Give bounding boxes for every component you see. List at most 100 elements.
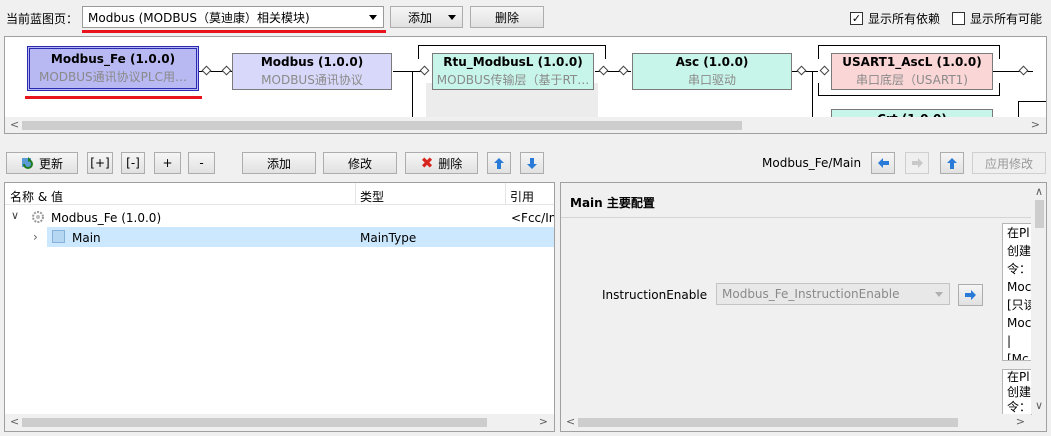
arrow-down-icon xyxy=(527,157,537,169)
page-select-underline xyxy=(82,30,386,33)
diagram-node-modbus-fe[interactable]: Modbus_Fe (1.0.0) MODBUS通讯协议PLC用… xyxy=(27,46,199,91)
gear-icon xyxy=(32,211,44,223)
page-select[interactable]: Modbus (MODBUS（莫迪康）相关模块) xyxy=(82,6,384,28)
arrow-right-icon xyxy=(911,158,923,168)
connector-line xyxy=(818,45,1000,46)
node-title: USART1_AscL (1.0.0) xyxy=(842,55,982,69)
tree-scrollbar[interactable]: < > xyxy=(5,414,554,431)
diagram-canvas[interactable]: Modbus_Fe (1.0.0) MODBUS通讯协议PLC用… Modbus… xyxy=(4,36,1047,134)
apply-label: 应用修改 xyxy=(984,156,1033,171)
desc-line: [只读 xyxy=(1007,298,1031,312)
select-value: Modbus_Fe_InstructionEnable xyxy=(722,287,900,301)
chevron-down-icon[interactable]: ∨ xyxy=(1035,399,1043,412)
current-path: Modbus_Fe/Main xyxy=(762,156,862,170)
show-possible-label: 显示所有可能 xyxy=(970,12,1043,26)
add-button[interactable]: 添加 xyxy=(242,152,316,174)
tree-row-name: Modbus_Fe (1.0.0) xyxy=(51,211,162,225)
chevron-right-icon[interactable]: > xyxy=(1031,118,1040,131)
config-panel: Main 主要配置 InstructionEnable Modbus_Fe_In… xyxy=(560,182,1047,432)
connector-line xyxy=(999,83,1000,95)
chevron-left-icon[interactable]: < xyxy=(10,118,19,131)
header-name[interactable]: 名称 & 值 xyxy=(10,188,63,205)
field-label: InstructionEnable xyxy=(602,288,708,302)
page-label: 当前蓝图页： xyxy=(6,12,79,26)
expand-all-button[interactable]: [+] xyxy=(87,152,113,174)
checkmark-icon: ✓ xyxy=(850,12,863,25)
config-title: Main 主要配置 xyxy=(570,196,655,210)
scrollbar-thumb[interactable] xyxy=(1035,200,1044,228)
delete-page-button[interactable]: 删除 xyxy=(470,6,544,28)
desc-line: 令： xyxy=(1007,262,1032,276)
delete-button[interactable]: ✖ 删除 xyxy=(405,152,478,174)
tree-header: 名称 & 值 类型 引用 xyxy=(5,183,554,205)
connector-line xyxy=(999,45,1000,59)
chevron-right-icon[interactable]: › xyxy=(33,230,38,244)
refresh-icon xyxy=(21,157,33,169)
desc-line: Moc xyxy=(1007,316,1032,330)
chevron-up-icon[interactable]: ∧ xyxy=(1035,185,1043,198)
chevron-right-icon[interactable]: > xyxy=(539,415,548,428)
config-vscrollbar[interactable]: ∧ ∨ xyxy=(1031,183,1046,414)
connector-diamond xyxy=(796,65,807,76)
connector-diamond xyxy=(618,65,629,76)
minus-button[interactable]: - xyxy=(188,152,215,174)
refresh-button[interactable]: 更新 xyxy=(6,152,78,174)
instruction-enable-select[interactable]: Modbus_Fe_InstructionEnable xyxy=(716,283,950,305)
collapse-label: [-] xyxy=(126,156,140,170)
desc-line: 创建 xyxy=(1007,385,1032,399)
scrollbar-thumb[interactable] xyxy=(22,121,742,130)
scrollbar-thumb[interactable] xyxy=(578,418,958,427)
add-page-button[interactable]: 添加 xyxy=(390,6,463,28)
back-button[interactable] xyxy=(871,152,895,174)
plus-button[interactable]: + xyxy=(154,152,181,174)
node-title: Asc (1.0.0) xyxy=(675,55,749,69)
show-possible-checkbox[interactable]: 显示所有可能 xyxy=(952,10,1042,27)
connector-diamond xyxy=(598,65,609,76)
diagram-scrollbar[interactable]: < > xyxy=(5,117,1046,133)
desc-line: Moc xyxy=(1007,280,1032,294)
diagram-node-rtu-modbusl[interactable]: Rtu_ModbusL (1.0.0) MODBUS传输层（基于RT… xyxy=(432,53,594,90)
connector-diamond xyxy=(1018,65,1029,76)
tree-row[interactable] xyxy=(47,227,554,247)
config-tree[interactable]: 名称 & 值 类型 引用 ∨ Modbus_Fe (1.0.0) <Fcc/In… xyxy=(4,182,555,432)
show-deps-checkbox[interactable]: ✓ 显示所有依赖 xyxy=(850,10,940,27)
move-down-button[interactable] xyxy=(520,152,544,174)
node-subtitle: MODBUS通讯协议 xyxy=(261,73,363,87)
node-subtitle: MODBUS通讯协议PLC用… xyxy=(39,70,187,84)
up-level-button[interactable] xyxy=(940,152,964,174)
node-subtitle: 串口底层（USART1) xyxy=(856,73,968,87)
diagram-node-asc[interactable]: Asc (1.0.0) 串口驱动 xyxy=(632,53,792,90)
connector-diamond xyxy=(201,65,212,76)
arrow-up-icon xyxy=(947,157,957,169)
config-hscrollbar[interactable]: < > xyxy=(561,414,1031,431)
column-divider[interactable] xyxy=(355,183,356,205)
description-box: 在Pl 创建 令： Moc [只读 Moc | [Mc xyxy=(1002,223,1032,361)
goto-button[interactable] xyxy=(958,284,983,306)
desc-line: 令： xyxy=(1007,400,1032,414)
chevron-right-icon[interactable]: > xyxy=(1016,415,1025,428)
modify-button[interactable]: 修改 xyxy=(323,152,397,174)
chevron-down-icon[interactable]: ∨ xyxy=(11,209,19,222)
tree-row[interactable]: ∨ Modbus_Fe (1.0.0) <Fcc/Ins xyxy=(5,207,554,227)
forward-button[interactable] xyxy=(905,152,929,174)
diagram-node-modbus[interactable]: Modbus (1.0.0) MODBUS通讯协议 xyxy=(232,53,392,90)
connector-line xyxy=(393,71,423,72)
node-title: Modbus_Fe (1.0.0) xyxy=(50,52,176,66)
tree-row-name: Main xyxy=(72,231,101,245)
connector-line xyxy=(418,45,606,46)
apply-changes-button[interactable]: 应用修改 xyxy=(972,152,1046,174)
connector-line xyxy=(818,45,819,59)
chevron-left-icon[interactable]: < xyxy=(566,415,575,428)
diagram-node-usart1-ascl[interactable]: USART1_AscL (1.0.0) 串口底层（USART1) xyxy=(831,53,993,90)
node-subtitle: 串口驱动 xyxy=(687,73,736,87)
header-ref[interactable]: 引用 xyxy=(510,188,534,205)
node-title: Modbus (1.0.0) xyxy=(260,55,364,69)
chevron-left-icon[interactable]: < xyxy=(10,415,19,428)
collapse-all-button[interactable]: [-] xyxy=(121,152,145,174)
chevron-down-icon xyxy=(369,15,377,20)
header-type[interactable]: 类型 xyxy=(360,188,384,205)
desc-line: 创建 xyxy=(1007,244,1032,258)
column-divider[interactable] xyxy=(505,183,506,205)
scrollbar-thumb[interactable] xyxy=(22,418,487,427)
move-up-button[interactable] xyxy=(487,152,511,174)
